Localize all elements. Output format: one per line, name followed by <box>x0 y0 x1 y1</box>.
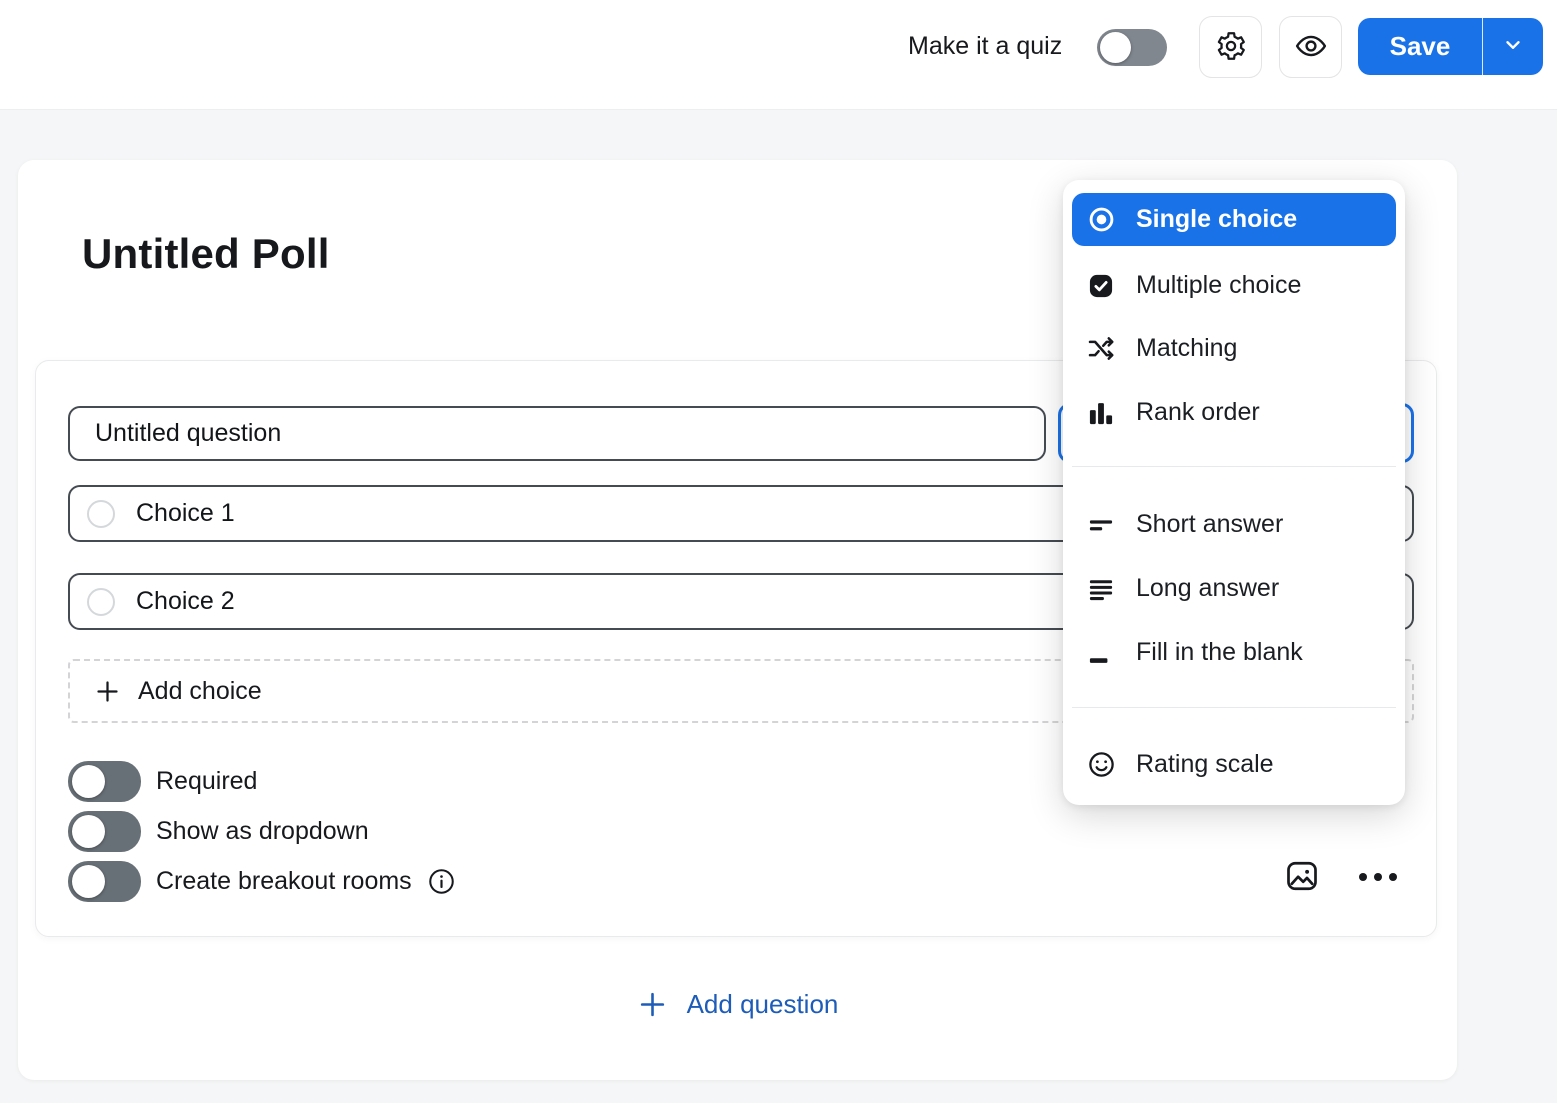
menu-item-multiple-choice[interactable]: Multiple choice <box>1072 259 1396 312</box>
top-bar: Make it a quiz Save <box>0 0 1557 110</box>
gear-icon <box>1215 30 1247 65</box>
save-button[interactable]: Save <box>1358 18 1482 75</box>
menu-item-label: Short answer <box>1136 510 1283 539</box>
menu-item-label: Rank order <box>1136 398 1260 427</box>
create-breakout-rooms-label: Create breakout rooms <box>156 867 412 896</box>
poll-title[interactable]: Untitled Poll <box>82 230 330 278</box>
menu-item-label: Long answer <box>1136 574 1279 603</box>
save-menu-button[interactable] <box>1482 18 1543 75</box>
radio-circle-icon <box>87 588 115 616</box>
bar-chart-icon <box>1086 398 1116 428</box>
settings-button[interactable] <box>1199 16 1262 78</box>
question-type-menu: Single choice Multiple choice Matching <box>1063 180 1405 805</box>
menu-item-rating-scale[interactable]: Rating scale <box>1072 738 1396 791</box>
short-answer-icon <box>1086 510 1116 540</box>
shuffle-icon <box>1086 334 1116 364</box>
required-label: Required <box>156 767 257 796</box>
choice-label: Choice 1 <box>136 499 235 528</box>
show-as-dropdown-label: Show as dropdown <box>156 817 369 846</box>
plus-icon <box>637 989 668 1020</box>
save-split-button: Save <box>1358 18 1543 75</box>
image-icon <box>1284 858 1320 897</box>
menu-item-label: Matching <box>1136 334 1237 363</box>
underscore-icon <box>1086 638 1116 668</box>
add-choice-label: Add choice <box>138 677 262 706</box>
chevron-down-icon <box>1502 34 1524 59</box>
menu-divider <box>1072 466 1396 467</box>
radio-circle-icon <box>87 500 115 528</box>
preview-button[interactable] <box>1279 16 1342 78</box>
eye-icon <box>1294 29 1328 66</box>
menu-item-matching[interactable]: Matching <box>1072 322 1396 375</box>
checkbox-icon <box>1086 271 1116 301</box>
radio-selected-icon <box>1086 205 1116 235</box>
info-icon[interactable] <box>427 867 456 896</box>
menu-item-label: Multiple choice <box>1136 271 1301 300</box>
menu-item-rank-order[interactable]: Rank order <box>1072 386 1396 439</box>
long-answer-icon <box>1086 574 1116 604</box>
required-toggle[interactable] <box>68 761 141 802</box>
menu-item-label: Single choice <box>1136 205 1297 234</box>
question-title-input[interactable] <box>68 406 1046 461</box>
menu-item-short-answer[interactable]: Short answer <box>1072 498 1396 551</box>
menu-divider <box>1072 707 1396 708</box>
toggle-knob <box>72 765 105 798</box>
create-breakout-rooms-toggle[interactable] <box>68 861 141 902</box>
make-it-a-quiz-label: Make it a quiz <box>908 32 1062 61</box>
menu-item-long-answer[interactable]: Long answer <box>1072 562 1396 615</box>
show-as-dropdown-toggle[interactable] <box>68 811 141 852</box>
ellipsis-icon <box>1359 873 1367 881</box>
choice-label: Choice 2 <box>136 587 235 616</box>
toggle-knob <box>72 815 105 848</box>
add-question-label: Add question <box>687 989 839 1020</box>
toggle-knob <box>1100 32 1131 63</box>
menu-item-label: Rating scale <box>1136 750 1274 779</box>
plus-icon <box>94 678 121 705</box>
menu-item-label: Fill in the blank <box>1136 638 1303 667</box>
more-options-button[interactable] <box>1352 855 1404 899</box>
make-it-a-quiz-toggle[interactable] <box>1097 29 1167 66</box>
smiley-icon <box>1086 750 1116 780</box>
add-image-button[interactable] <box>1280 855 1324 899</box>
add-question-button[interactable]: Add question <box>18 982 1457 1026</box>
menu-item-single-choice[interactable]: Single choice <box>1072 193 1396 246</box>
toggle-knob <box>72 865 105 898</box>
menu-item-fill-in-the-blank[interactable]: Fill in the blank <box>1072 626 1396 679</box>
